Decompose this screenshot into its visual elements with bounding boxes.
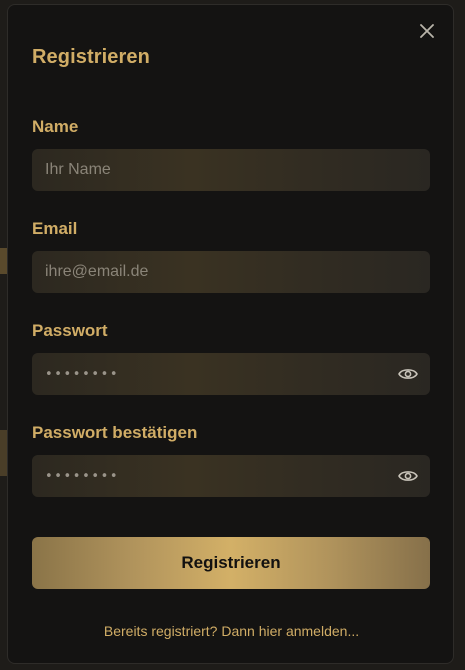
- password-confirm-input[interactable]: [32, 455, 430, 497]
- close-icon: [420, 24, 434, 38]
- email-field-wrapper: [32, 251, 430, 293]
- email-input[interactable]: [32, 251, 430, 293]
- register-modal: Registrieren Name Email Passwort •••••••…: [7, 4, 454, 664]
- password-field-wrapper: ••••••••: [32, 353, 430, 395]
- password-confirm-field-wrapper: ••••••••: [32, 455, 430, 497]
- password-confirm-label: Passwort bestätigen: [32, 423, 198, 442]
- name-field-wrapper: [32, 149, 430, 191]
- password-label: Passwort: [32, 321, 108, 340]
- password-confirm-visibility-toggle[interactable]: [398, 466, 418, 486]
- eye-icon: [398, 369, 418, 379]
- register-button[interactable]: Registrieren: [32, 537, 430, 589]
- email-label: Email: [32, 219, 78, 238]
- name-label: Name: [32, 117, 79, 136]
- password-input[interactable]: [32, 353, 430, 395]
- password-visibility-toggle[interactable]: [398, 364, 418, 384]
- login-link[interactable]: Bereits registriert? Dann hier anmelden.…: [8, 623, 455, 639]
- modal-title: Registrieren: [32, 46, 150, 68]
- name-input[interactable]: [32, 149, 430, 191]
- close-button[interactable]: [417, 21, 437, 41]
- eye-icon: [398, 471, 418, 481]
